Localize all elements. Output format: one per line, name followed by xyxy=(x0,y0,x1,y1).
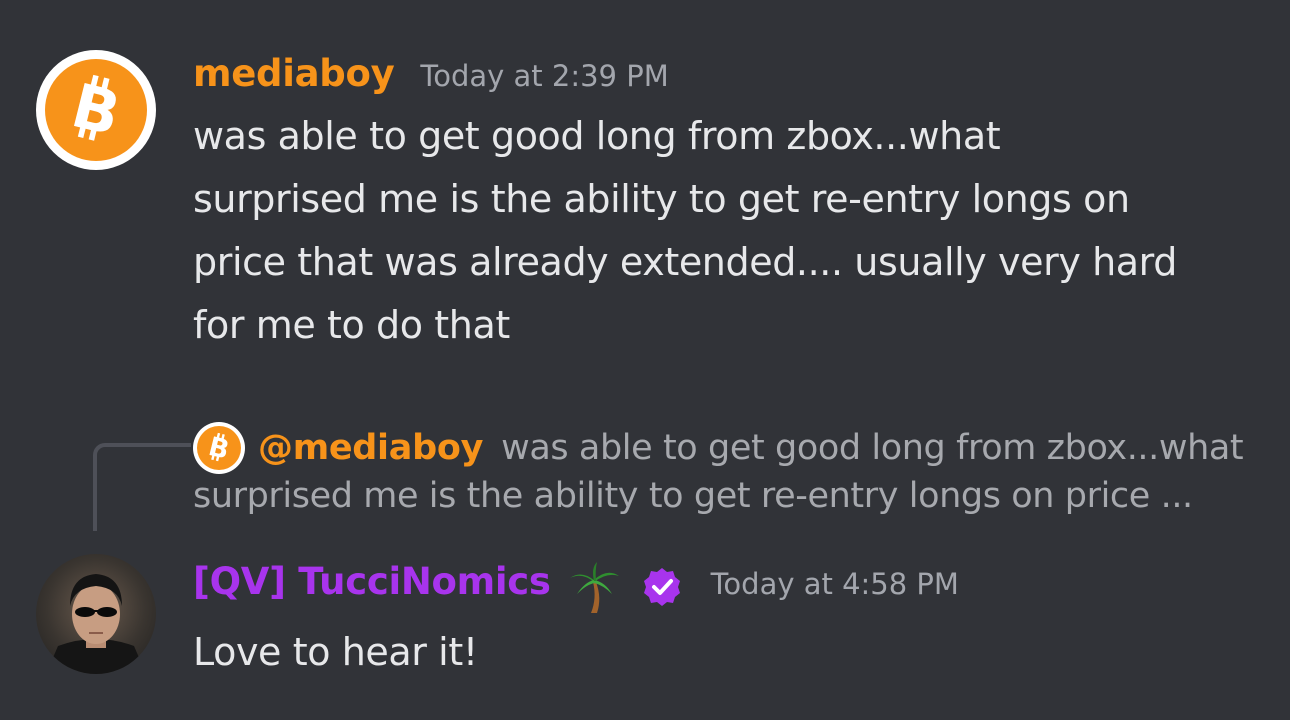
bitcoin-logo-icon: B xyxy=(197,426,241,470)
reply-text[interactable]: surprised me is the ability to get re-en… xyxy=(193,476,1193,516)
reply-connector xyxy=(93,443,191,531)
chat-message-list: B mediaboy Today at 2:39 PM was able to … xyxy=(0,0,1290,720)
message-tuccinomics: [QV] TucciNomics Today at 4:58 PM Love t… xyxy=(0,540,1290,720)
message-content: Love to hear it! xyxy=(193,621,1263,684)
verified-check-icon[interactable] xyxy=(641,566,683,612)
message-header: [QV] TucciNomics Today at 4:58 PM xyxy=(193,560,959,618)
message-line: was able to get good long from zbox...wh… xyxy=(193,114,1001,158)
reply-mention[interactable]: @mediaboy xyxy=(258,428,483,468)
message-mediaboy: B mediaboy Today at 2:39 PM was able to … xyxy=(0,0,1290,370)
timestamp[interactable]: Today at 2:39 PM xyxy=(420,59,668,93)
message-line: surprised me is the ability to get re-en… xyxy=(193,177,1130,221)
timestamp[interactable]: Today at 4:58 PM xyxy=(711,567,959,601)
username[interactable]: [QV] TucciNomics xyxy=(193,560,551,603)
reply-text[interactable]: was able to get good long from zbox...wh… xyxy=(501,428,1244,468)
message-content: was able to get good long from zbox...wh… xyxy=(193,105,1263,357)
message-header: mediaboy Today at 2:39 PM xyxy=(193,52,669,95)
palm-tree-icon xyxy=(567,560,621,618)
avatar[interactable]: B xyxy=(36,50,156,170)
user-photo-avatar xyxy=(46,574,146,674)
reply-avatar[interactable]: B xyxy=(193,422,245,474)
message-line: price that was already extended.... usua… xyxy=(193,240,1177,284)
message-line: Love to hear it! xyxy=(193,630,478,674)
message-line: for me to do that xyxy=(193,303,510,347)
reply-preview[interactable]: B @mediaboy was able to get good long fr… xyxy=(193,422,1244,474)
avatar[interactable] xyxy=(36,554,156,674)
bitcoin-logo-icon: B xyxy=(45,59,147,161)
username[interactable]: mediaboy xyxy=(193,52,395,95)
